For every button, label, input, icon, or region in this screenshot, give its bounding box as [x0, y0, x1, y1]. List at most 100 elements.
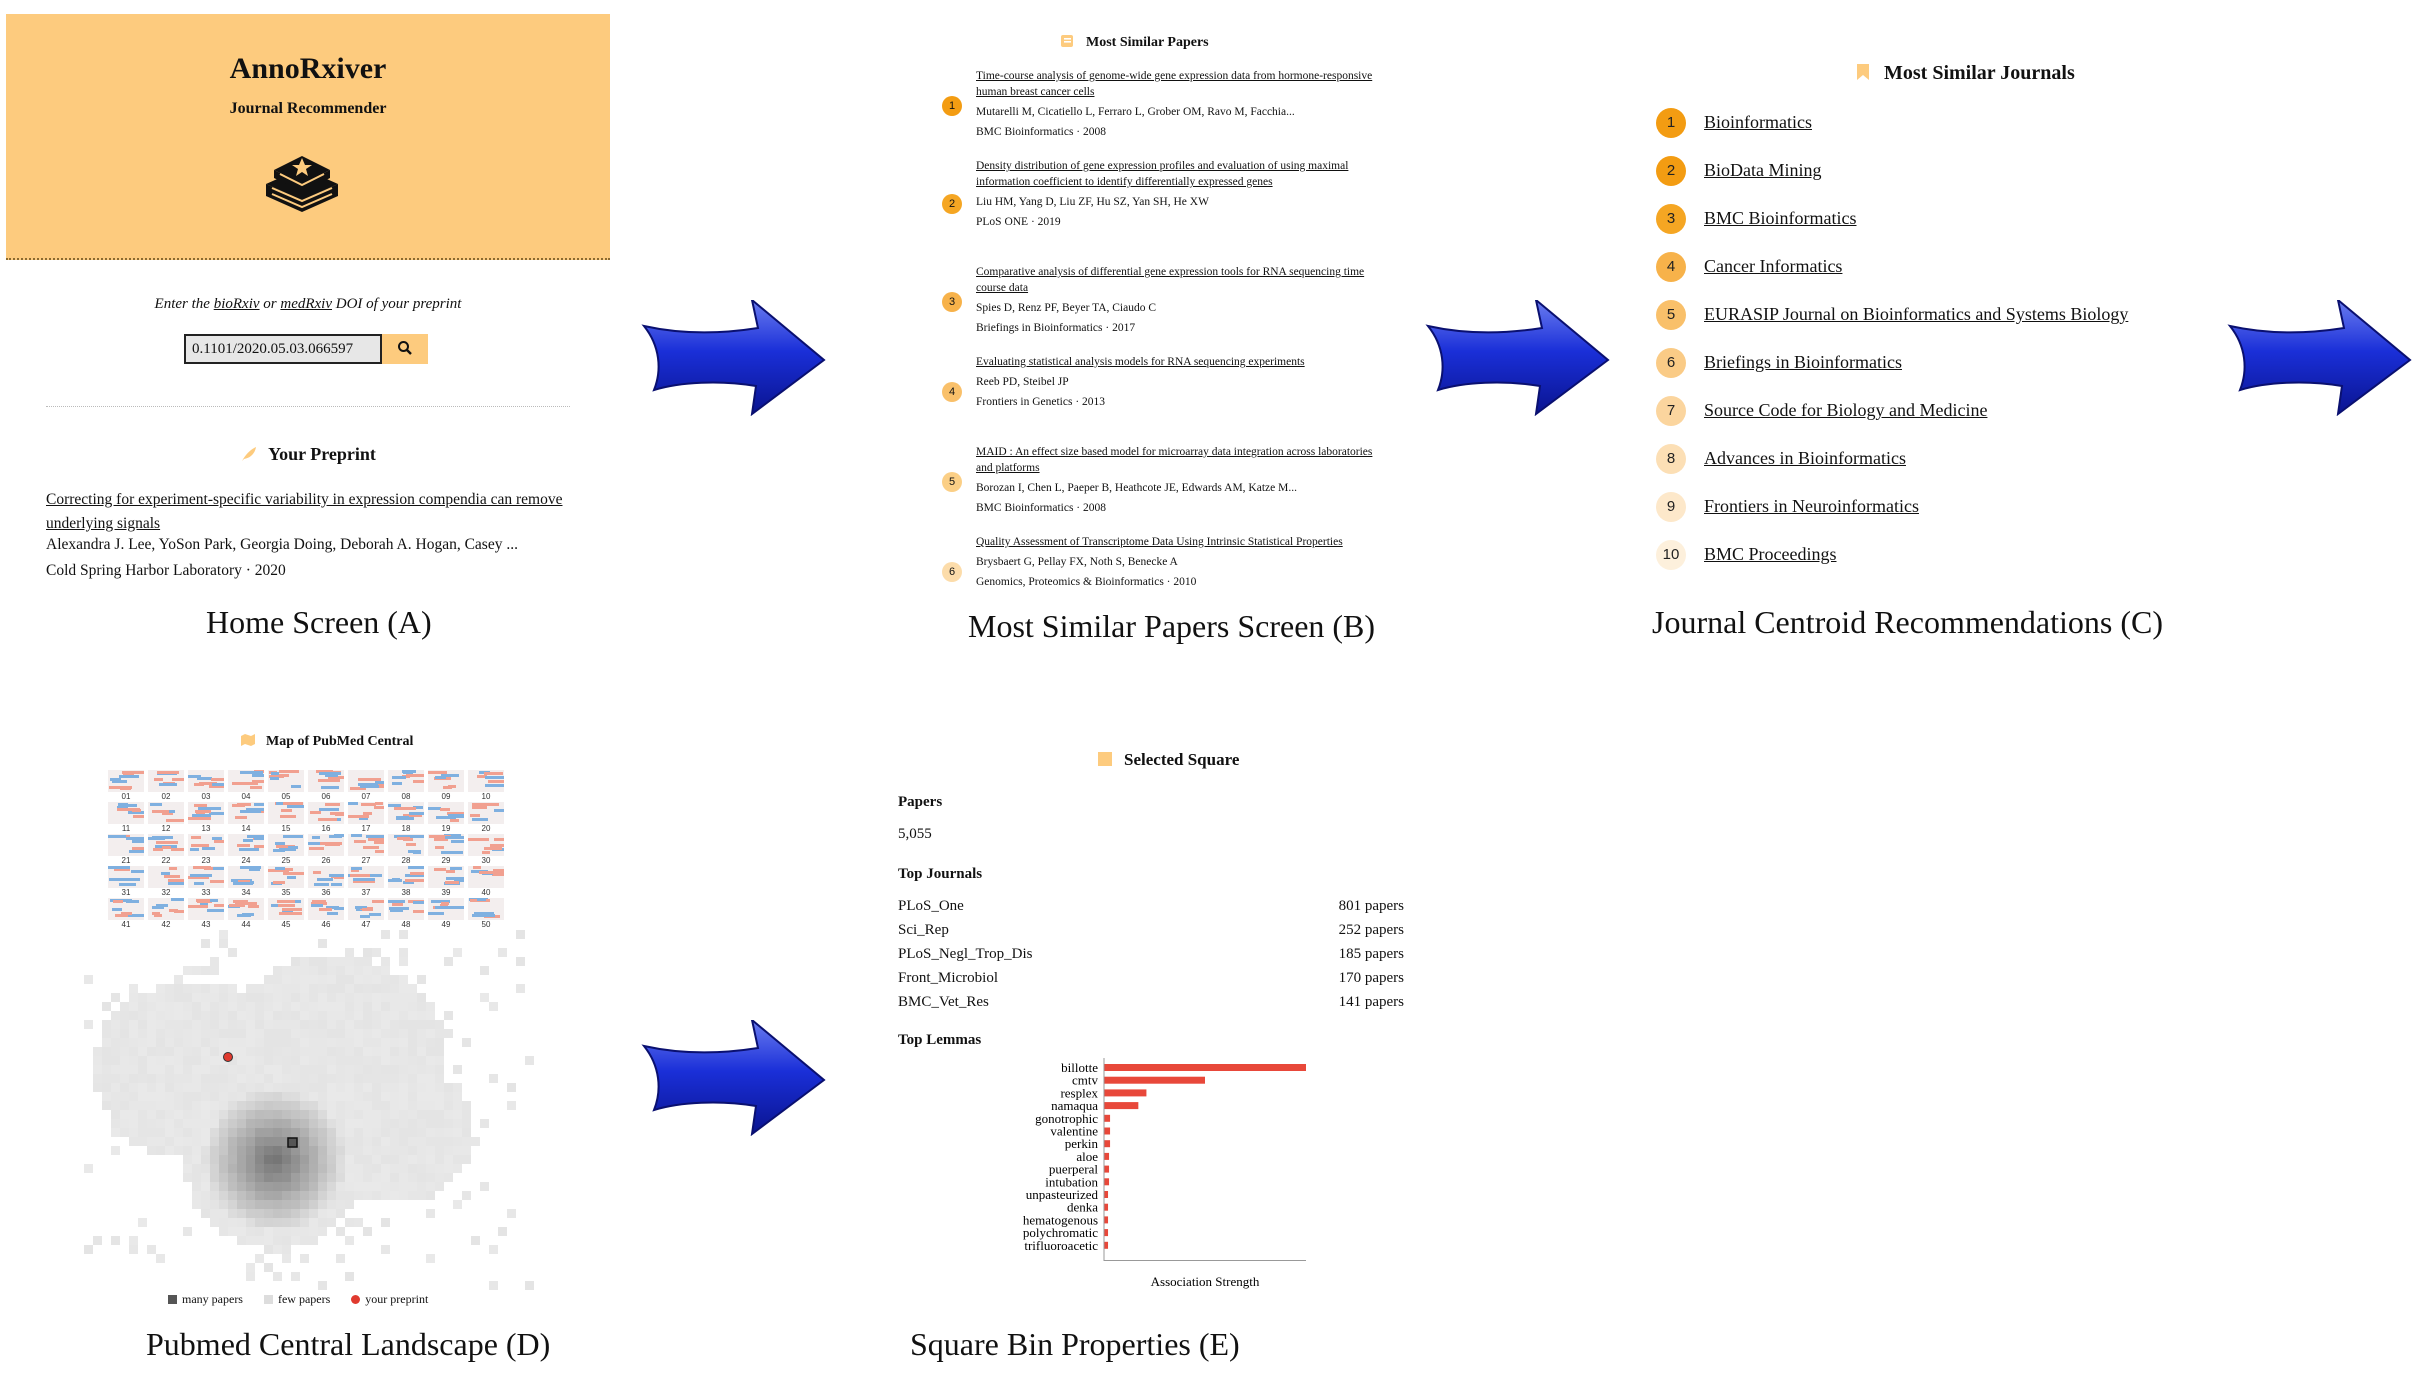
density-cell[interactable]	[192, 1074, 201, 1083]
density-cell[interactable]	[156, 1047, 165, 1056]
density-cell[interactable]	[120, 1074, 129, 1083]
density-cell[interactable]	[327, 1038, 336, 1047]
journal-link[interactable]: Briefings in Bioinformatics	[1704, 352, 1902, 373]
density-cell[interactable]	[435, 1119, 444, 1128]
density-cell[interactable]	[363, 1056, 372, 1065]
density-cell[interactable]	[426, 1182, 435, 1191]
density-cell[interactable]	[372, 1020, 381, 1029]
density-cell[interactable]	[345, 975, 354, 984]
density-cell[interactable]	[174, 993, 183, 1002]
density-cell[interactable]	[291, 1020, 300, 1029]
density-cell[interactable]	[111, 1074, 120, 1083]
density-cell[interactable]	[408, 1155, 417, 1164]
density-cell[interactable]	[363, 1065, 372, 1074]
density-cell[interactable]	[408, 993, 417, 1002]
density-cell[interactable]	[381, 1182, 390, 1191]
density-cell[interactable]	[417, 1092, 426, 1101]
density-cell[interactable]	[390, 1029, 399, 1038]
density-cell[interactable]	[192, 1137, 201, 1146]
density-cell[interactable]	[183, 1155, 192, 1164]
topic-tile[interactable]	[308, 802, 344, 824]
density-cell[interactable]	[309, 1227, 318, 1236]
density-cell[interactable]	[336, 1155, 345, 1164]
density-cell[interactable]	[156, 1038, 165, 1047]
density-cell[interactable]	[300, 1227, 309, 1236]
density-cell[interactable]	[300, 957, 309, 966]
density-cell[interactable]	[399, 1119, 408, 1128]
density-cell[interactable]	[264, 1182, 273, 1191]
density-cell[interactable]	[255, 984, 264, 993]
density-cell[interactable]	[282, 1164, 291, 1173]
density-cell[interactable]	[264, 1227, 273, 1236]
density-cell[interactable]	[165, 984, 174, 993]
density-cell[interactable]	[210, 1020, 219, 1029]
density-cell[interactable]	[372, 1056, 381, 1065]
density-cell[interactable]	[219, 1020, 228, 1029]
density-cell[interactable]	[345, 1137, 354, 1146]
density-cell[interactable]	[255, 1029, 264, 1038]
density-cell[interactable]	[318, 1056, 327, 1065]
density-cell[interactable]	[462, 1155, 471, 1164]
density-cell[interactable]	[228, 1173, 237, 1182]
density-cell[interactable]	[336, 1191, 345, 1200]
density-cell[interactable]	[210, 1209, 219, 1218]
density-cell[interactable]	[138, 1011, 147, 1020]
density-cell[interactable]	[417, 1056, 426, 1065]
topic-tile[interactable]	[308, 866, 344, 888]
density-cell[interactable]	[336, 975, 345, 984]
density-cell[interactable]	[363, 1128, 372, 1137]
density-cell[interactable]	[336, 966, 345, 975]
density-cell[interactable]	[156, 1056, 165, 1065]
density-cell[interactable]	[282, 1119, 291, 1128]
density-cell[interactable]	[156, 993, 165, 1002]
density-cell[interactable]	[345, 1128, 354, 1137]
density-cell[interactable]	[246, 1119, 255, 1128]
density-cell[interactable]	[408, 1038, 417, 1047]
density-cell[interactable]	[237, 1209, 246, 1218]
density-cell[interactable]	[228, 1092, 237, 1101]
density-cell[interactable]	[336, 1119, 345, 1128]
density-cell[interactable]	[201, 1155, 210, 1164]
density-cell[interactable]	[372, 975, 381, 984]
density-cell[interactable]	[354, 1173, 363, 1182]
density-cell[interactable]	[426, 1074, 435, 1083]
density-cell[interactable]	[300, 1164, 309, 1173]
density-cell[interactable]	[138, 1101, 147, 1110]
density-cell[interactable]	[435, 1101, 444, 1110]
density-cell[interactable]	[309, 1092, 318, 1101]
density-cell[interactable]	[336, 1101, 345, 1110]
density-cell[interactable]	[228, 1164, 237, 1173]
density-cell[interactable]	[390, 1182, 399, 1191]
density-cell[interactable]	[363, 1137, 372, 1146]
density-cell[interactable]	[417, 1128, 426, 1137]
density-cell[interactable]	[309, 1119, 318, 1128]
topic-tile[interactable]	[308, 834, 344, 856]
density-cell[interactable]	[363, 1182, 372, 1191]
density-cell[interactable]	[318, 1191, 327, 1200]
density-cell[interactable]	[282, 1182, 291, 1191]
density-cell[interactable]	[183, 1227, 192, 1236]
density-cell[interactable]	[201, 1191, 210, 1200]
density-cell[interactable]	[417, 1020, 426, 1029]
density-cell[interactable]	[219, 1182, 228, 1191]
density-cell[interactable]	[210, 966, 219, 975]
density-cell[interactable]	[453, 1137, 462, 1146]
density-cell[interactable]	[426, 1047, 435, 1056]
density-cell[interactable]	[498, 1227, 507, 1236]
density-cell[interactable]	[381, 966, 390, 975]
journal-link[interactable]: BMC Proceedings	[1704, 544, 1837, 565]
preprint-title-link[interactable]: Correcting for experiment-specific varia…	[46, 488, 574, 536]
density-cell[interactable]	[201, 1083, 210, 1092]
density-cell[interactable]	[327, 966, 336, 975]
density-cell[interactable]	[264, 1101, 273, 1110]
density-cell[interactable]	[426, 1128, 435, 1137]
density-cell[interactable]	[219, 1155, 228, 1164]
density-cell[interactable]	[309, 975, 318, 984]
density-cell[interactable]	[147, 1038, 156, 1047]
density-cell[interactable]	[174, 1128, 183, 1137]
density-cell[interactable]	[309, 1110, 318, 1119]
density-cell[interactable]	[282, 1047, 291, 1056]
density-cell[interactable]	[327, 1119, 336, 1128]
density-cell[interactable]	[165, 1056, 174, 1065]
density-cell[interactable]	[174, 1074, 183, 1083]
